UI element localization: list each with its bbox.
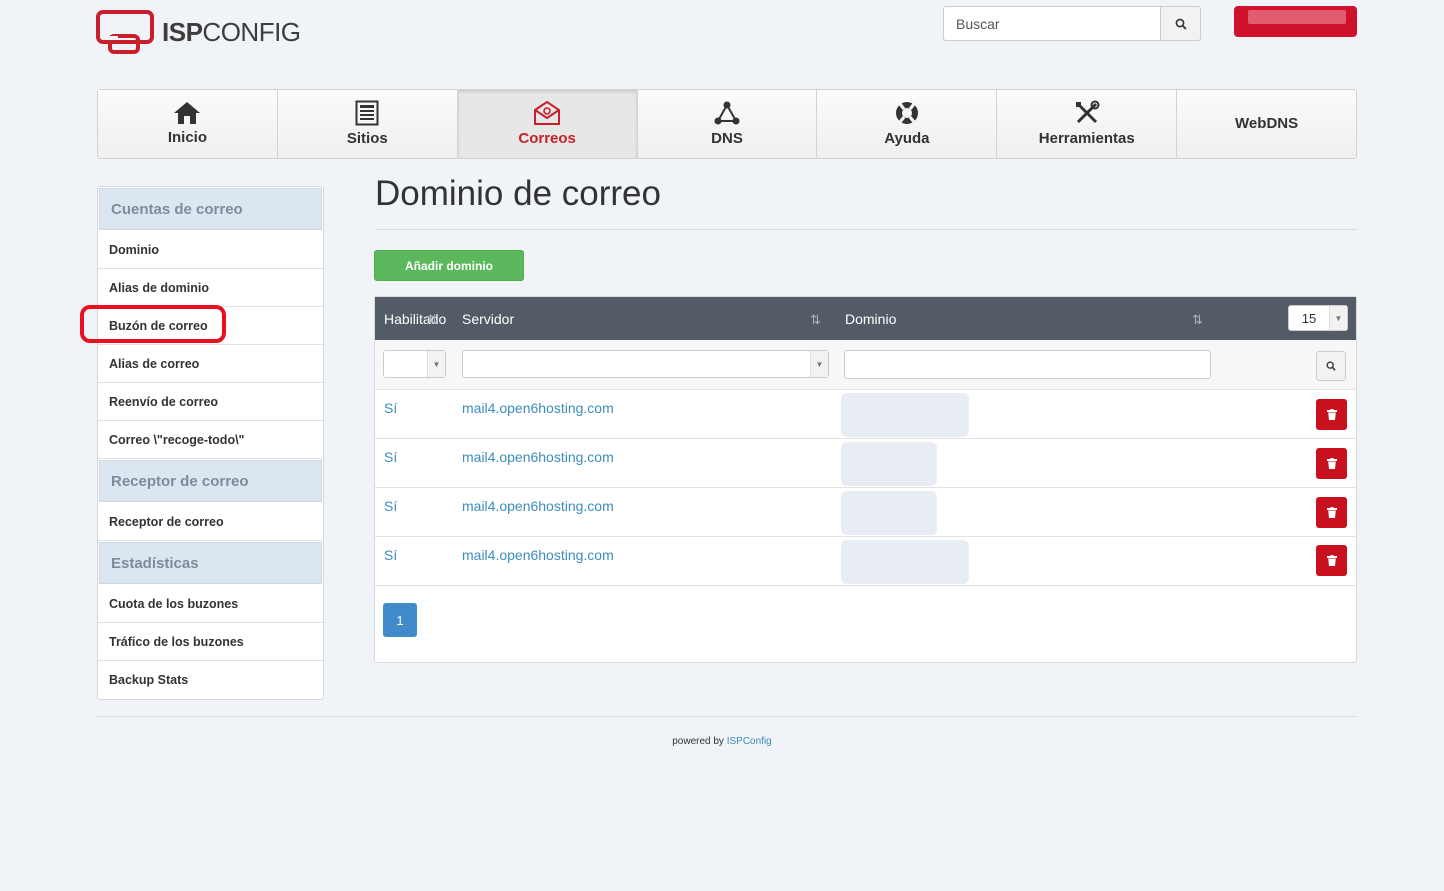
nav-webdns[interactable]: WebDNS — [1177, 90, 1357, 158]
list-icon — [355, 100, 379, 126]
cell-habilitado[interactable]: Sí — [384, 498, 397, 514]
delete-button[interactable] — [1316, 497, 1347, 528]
nav-sitios[interactable]: Sitios — [277, 90, 458, 158]
sidebar-item-receptor[interactable]: Receptor de correo — [98, 503, 323, 541]
redacted-domain — [841, 491, 937, 535]
cell-habilitado[interactable]: Sí — [384, 547, 397, 563]
filter-search-button[interactable] — [1316, 351, 1346, 381]
sidebar: Cuentas de correo Dominio Alias de domin… — [97, 186, 324, 700]
domain-table: Habilitado ⇅ Servidor ⇅ Dominio ⇅ 15 ▼ ▼… — [374, 296, 1357, 663]
table-row: Sí mail4.open6hosting.com — [375, 390, 1356, 439]
sidebar-section-receptor: Receptor de correo — [99, 460, 322, 502]
cell-servidor[interactable]: mail4.open6hosting.com — [462, 498, 614, 514]
nav-inicio[interactable]: Inicio — [98, 90, 278, 158]
sidebar-item-backup-stats[interactable]: Backup Stats — [98, 661, 323, 699]
envelope-at-icon — [534, 100, 561, 125]
nav-label: WebDNS — [1235, 115, 1299, 132]
nav-herramientas[interactable]: Herramientas — [997, 90, 1178, 158]
home-icon — [174, 102, 201, 124]
sidebar-section-cuentas: Cuentas de correo — [99, 188, 322, 230]
footer-powered-by: powered by — [672, 736, 724, 747]
filter-habilitado-select[interactable]: ▼ — [383, 350, 446, 378]
title-divider — [375, 229, 1357, 230]
network-icon — [714, 101, 740, 125]
sidebar-item-trafico[interactable]: Tráfico de los buzones — [98, 623, 323, 661]
filter-row: ▼ ▼ — [375, 340, 1356, 390]
delete-button[interactable] — [1316, 448, 1347, 479]
delete-button[interactable] — [1316, 399, 1347, 430]
logo-mark-icon — [96, 10, 154, 54]
search-button[interactable] — [1160, 6, 1201, 41]
sidebar-item-catchall[interactable]: Correo \"recoge-todo\" — [98, 421, 323, 459]
sort-icon[interactable]: ⇅ — [810, 312, 821, 328]
nav-dns[interactable]: DNS — [637, 90, 818, 158]
user-menu-button[interactable] — [1234, 6, 1357, 37]
sort-icon[interactable]: ⇅ — [427, 312, 438, 328]
nav-label: Herramientas — [1038, 130, 1135, 147]
sidebar-item-alias-correo[interactable]: Alias de correo — [98, 345, 323, 383]
logo-text: ISPCONFIG — [162, 16, 301, 47]
nav-label: Inicio — [167, 129, 208, 146]
footer: powered by ISPConfig — [0, 736, 1444, 747]
column-header-servidor[interactable]: Servidor — [462, 311, 514, 327]
trash-icon — [1326, 507, 1337, 518]
chevron-down-icon: ▼ — [810, 351, 828, 377]
cell-servidor[interactable]: mail4.open6hosting.com — [462, 400, 614, 416]
sidebar-item-alias-dominio[interactable]: Alias de dominio — [98, 269, 323, 307]
nav-ayuda[interactable]: Ayuda — [817, 90, 998, 158]
filter-servidor-select[interactable]: ▼ — [462, 350, 829, 378]
search-icon — [1326, 361, 1336, 371]
search-icon — [1175, 18, 1187, 30]
footer-divider — [97, 716, 1357, 717]
table-row: Sí mail4.open6hosting.com — [375, 537, 1356, 586]
redacted-domain — [841, 393, 969, 437]
nav-label: DNS — [711, 130, 743, 147]
nav-label: Ayuda — [884, 130, 930, 147]
pagination-page-1[interactable]: 1 — [383, 603, 417, 637]
per-page-select[interactable]: 15 ▼ — [1288, 305, 1348, 331]
redacted-domain — [841, 442, 937, 486]
column-header-dominio[interactable]: Dominio — [845, 311, 896, 327]
cell-habilitado[interactable]: Sí — [384, 449, 397, 465]
lifebuoy-icon — [895, 102, 918, 124]
nav-label: Correos — [518, 130, 576, 147]
global-search — [943, 6, 1201, 41]
footer-ispconfig-link[interactable]: ISPConfig — [727, 736, 772, 747]
sidebar-item-reenvio[interactable]: Reenvío de correo — [98, 383, 323, 421]
sidebar-item-dominio[interactable]: Dominio — [98, 231, 323, 269]
sort-icon[interactable]: ⇅ — [1192, 312, 1203, 328]
sidebar-item-cuota[interactable]: Cuota de los buzones — [98, 585, 323, 623]
trash-icon — [1326, 555, 1337, 566]
redacted-domain — [841, 540, 969, 584]
sidebar-section-estadisticas: Estadísticas — [99, 542, 322, 584]
chevron-down-icon: ▼ — [1329, 306, 1347, 330]
cell-servidor[interactable]: mail4.open6hosting.com — [462, 449, 614, 465]
search-input[interactable] — [943, 6, 1160, 41]
redacted-username — [1248, 10, 1346, 24]
table-row: Sí mail4.open6hosting.com — [375, 439, 1356, 488]
per-page-value: 15 — [1301, 310, 1317, 326]
ispconfig-logo[interactable]: ISPCONFIG — [96, 10, 301, 54]
trash-icon — [1326, 458, 1337, 469]
cell-habilitado[interactable]: Sí — [384, 400, 397, 416]
table-header: Habilitado ⇅ Servidor ⇅ Dominio ⇅ 15 ▼ — [375, 297, 1356, 340]
delete-button[interactable] — [1316, 545, 1347, 576]
add-domain-button[interactable]: Añadir dominio — [374, 250, 524, 281]
nav-correos[interactable]: Correos — [457, 90, 638, 158]
filter-dominio-input[interactable] — [844, 350, 1211, 379]
tools-icon — [1075, 100, 1100, 124]
main-navigation: Inicio Sitios Correos DNS Ayuda Herramie… — [97, 89, 1357, 159]
sidebar-item-buzon[interactable]: Buzón de correo — [98, 307, 323, 345]
page-title: Dominio de correo — [375, 174, 661, 213]
nav-label: Sitios — [346, 130, 388, 147]
cell-servidor[interactable]: mail4.open6hosting.com — [462, 547, 614, 563]
table-row: Sí mail4.open6hosting.com — [375, 488, 1356, 537]
chevron-down-icon: ▼ — [427, 351, 445, 377]
trash-icon — [1326, 409, 1337, 420]
